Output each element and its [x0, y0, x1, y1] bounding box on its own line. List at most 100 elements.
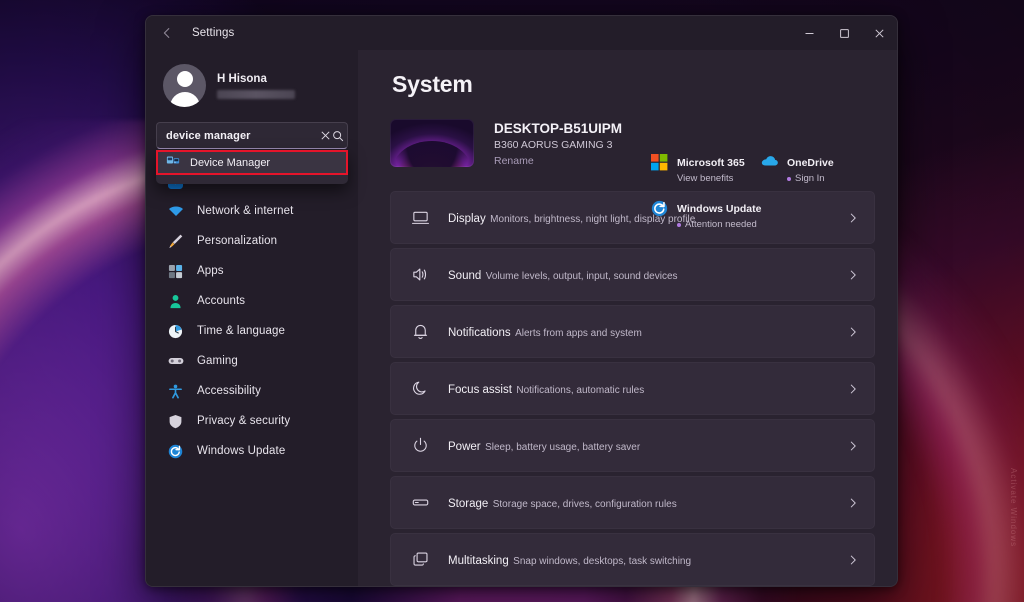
- sidebar-item-windows-update[interactable]: Windows Update: [156, 436, 348, 466]
- card-title: Notifications: [448, 326, 511, 339]
- update-icon: [167, 444, 184, 459]
- sidebar-item-label: Privacy & security: [197, 415, 291, 427]
- quick-link-title: OneDrive: [787, 157, 834, 169]
- device-name: DESKTOP-B51UIPM: [494, 121, 623, 136]
- sidebar-item-label: Time & language: [197, 325, 286, 337]
- bell-icon: [408, 322, 432, 341]
- maximize-button[interactable]: [827, 16, 862, 50]
- quick-link-onedrive[interactable]: OneDrive Sign In: [761, 153, 871, 184]
- card-subtitle: Volume levels, output, input, sound devi…: [485, 270, 678, 282]
- card-title: Multitasking: [448, 554, 509, 567]
- search-box[interactable]: [156, 122, 348, 149]
- chevron-right-icon: [847, 440, 859, 452]
- close-button[interactable]: [862, 16, 897, 50]
- sidebar-item-label: Accounts: [197, 295, 246, 307]
- back-arrow-icon[interactable]: [152, 19, 182, 47]
- paintbrush-icon: [167, 233, 184, 249]
- quick-link-subtitle: Attention needed: [677, 219, 762, 230]
- sidebar-item-apps[interactable]: Apps: [156, 256, 348, 286]
- sidebar-item-personalization[interactable]: Personalization: [156, 226, 348, 256]
- quick-link-title: Microsoft 365: [677, 157, 745, 169]
- microsoft-365-icon: [651, 154, 668, 171]
- sidebar-item-accounts[interactable]: Accounts: [156, 286, 348, 316]
- sidebar-item-label: Gaming: [197, 355, 238, 367]
- drive-icon: [408, 493, 432, 512]
- chevron-right-icon: [847, 383, 859, 395]
- settings-cards: Display Monitors, brightness, night ligh…: [390, 191, 875, 586]
- quick-link-microsoft-365[interactable]: Microsoft 365 View benefits: [651, 153, 761, 184]
- device-manager-icon: [166, 153, 180, 172]
- desktop: Activate Windows Settings H Hisona devic…: [0, 0, 1024, 602]
- status-dot: [787, 176, 791, 181]
- chevron-right-icon: [847, 269, 859, 281]
- card-subtitle: Notifications, automatic rules: [516, 384, 645, 396]
- sidebar-item-network-internet[interactable]: Network & internet: [156, 196, 348, 226]
- card-title: Focus assist: [448, 383, 512, 396]
- rename-link[interactable]: Rename: [494, 155, 622, 167]
- moon-icon: [408, 379, 432, 398]
- card-subtitle: Alerts from apps and system: [515, 327, 642, 339]
- account-block[interactable]: H Hisona: [156, 50, 348, 119]
- chevron-right-icon: [847, 326, 859, 338]
- quick-link-subtitle: Sign In: [787, 173, 834, 184]
- card-title: Power: [448, 440, 481, 453]
- accessibility-icon: [167, 384, 184, 399]
- sidebar-item-time-language[interactable]: Time & language: [156, 316, 348, 346]
- sidebar-item-accessibility[interactable]: Accessibility: [156, 376, 348, 406]
- sidebar: H Hisona device manager Device Manager N…: [146, 50, 358, 586]
- card-subtitle: Snap windows, desktops, task switching: [513, 555, 692, 567]
- sidebar-item-privacy-security[interactable]: Privacy & security: [156, 406, 348, 436]
- suggestion-device-manager[interactable]: Device Manager: [156, 150, 348, 175]
- quick-link-windows-update[interactable]: Windows Update Attention needed: [651, 199, 871, 230]
- card-title: Sound: [448, 269, 482, 282]
- status-dot: [677, 222, 681, 227]
- sidebar-item-gaming[interactable]: Gaming: [156, 346, 348, 376]
- card-title: Storage: [448, 497, 489, 510]
- card-sound[interactable]: Sound Volume levels, output, input, soun…: [390, 248, 875, 301]
- main-content: System DESKTOP-B51UIPM B360 AORUS GAMING…: [358, 50, 897, 586]
- card-multitasking[interactable]: Multitasking Snap windows, desktops, tas…: [390, 533, 875, 586]
- account-email-redacted: [217, 89, 295, 99]
- onedrive-icon: [761, 154, 778, 171]
- apps-icon: [167, 264, 184, 279]
- sidebar-item-label: Network & internet: [197, 205, 294, 217]
- window-title: Settings: [192, 27, 235, 39]
- chevron-right-icon: [847, 554, 859, 566]
- sidebar-item-label: Windows Update: [197, 445, 286, 457]
- quick-link-subtitle: View benefits: [677, 173, 734, 184]
- person-icon: [167, 294, 184, 309]
- settings-window: Settings H Hisona device manager Device …: [145, 15, 898, 587]
- clear-search-icon[interactable]: [319, 125, 332, 147]
- device-model: B360 AORUS GAMING 3: [494, 139, 613, 151]
- gamepad-icon: [167, 353, 184, 369]
- quick-link-title: Windows Update: [677, 203, 762, 215]
- sidebar-item-label: Accessibility: [197, 385, 261, 397]
- card-title: Display: [448, 212, 486, 225]
- account-name: H Hisona: [217, 72, 267, 85]
- quick-links: Microsoft 365 View benefits OneDrive Sig…: [651, 153, 871, 245]
- sidebar-nav: Bluetooth & devices Network & internet: [156, 152, 348, 466]
- card-subtitle: Sleep, battery usage, battery saver: [485, 441, 641, 453]
- wifi-icon: [167, 203, 184, 219]
- suggestion-label: Device Manager: [190, 156, 271, 169]
- card-notifications[interactable]: Notifications Alerts from apps and syste…: [390, 305, 875, 358]
- window-titlebar: Settings: [146, 16, 897, 50]
- search-input[interactable]: [166, 129, 319, 142]
- windows-update-icon: [651, 200, 668, 217]
- speaker-icon: [408, 265, 432, 284]
- sidebar-item-label: Apps: [197, 265, 224, 277]
- search-icon[interactable]: [332, 125, 345, 147]
- search-area: Device Manager: [156, 122, 348, 184]
- search-suggestions-panel: Device Manager: [156, 150, 348, 184]
- shield-icon: [167, 414, 184, 429]
- device-thumbnail: [390, 119, 474, 167]
- card-focus-assist[interactable]: Focus assist Notifications, automatic ru…: [390, 362, 875, 415]
- chevron-right-icon: [847, 497, 859, 509]
- card-storage[interactable]: Storage Storage space, drives, configura…: [390, 476, 875, 529]
- minimize-button[interactable]: [792, 16, 827, 50]
- card-power[interactable]: Power Sleep, battery usage, battery save…: [390, 419, 875, 472]
- sidebar-item-label: Personalization: [197, 235, 278, 247]
- clock-icon: [167, 324, 184, 339]
- page-title: System: [392, 71, 473, 97]
- window-controls: [792, 16, 897, 50]
